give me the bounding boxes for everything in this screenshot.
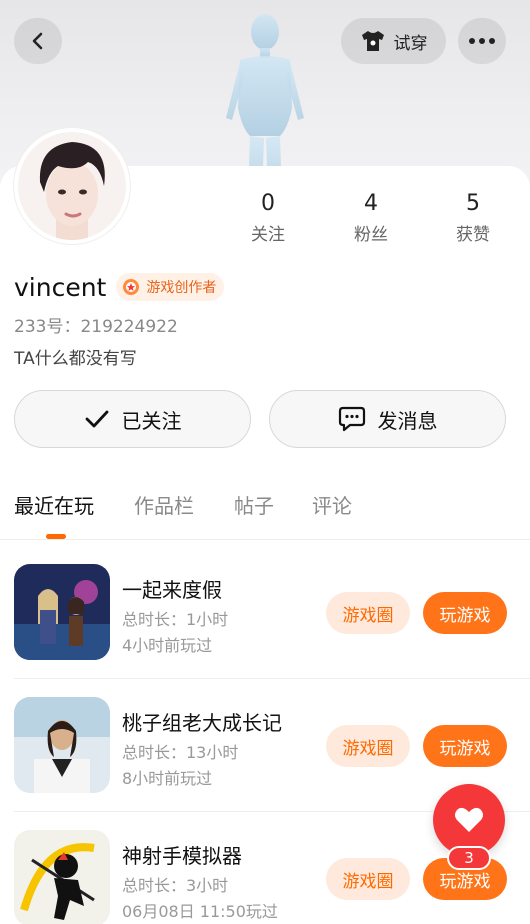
tab-comments[interactable]: 评论 <box>312 490 352 519</box>
more-options-button[interactable] <box>458 18 506 64</box>
more-dots-icon <box>469 38 495 44</box>
profile-avatar[interactable] <box>14 128 130 244</box>
username: vincent <box>14 272 107 302</box>
game-list-item[interactable]: 一起来度假 总时长：1小时 4小时前玩过 游戏圈 玩游戏 <box>14 564 530 664</box>
game-title: 神射手模拟器 <box>122 844 242 868</box>
game-icon-image <box>14 697 110 793</box>
user-bio: TA什么都没有写 <box>14 349 137 369</box>
game-list-item[interactable]: 桃子组老大成长记 总时长：13小时 8小时前玩过 游戏圈 玩游戏 <box>14 697 530 797</box>
followed-button[interactable]: 已关注 <box>14 390 251 448</box>
creator-badge[interactable]: 游戏创作者 <box>116 273 225 301</box>
stat-followers-value: 4 <box>364 191 378 216</box>
followed-label: 已关注 <box>121 408 182 433</box>
game-title: 桃子组老大成长记 <box>122 711 282 735</box>
stat-likes-label: 获赞 <box>456 225 490 245</box>
heart-icon <box>455 807 483 832</box>
tabs-divider <box>0 539 530 540</box>
stat-likes-value: 5 <box>466 191 480 216</box>
stat-followers[interactable]: 4 粉丝 <box>331 190 411 245</box>
game-icon-image <box>14 830 110 924</box>
avatar-image <box>18 132 126 240</box>
tab-posts[interactable]: 帖子 <box>234 490 274 519</box>
like-count-badge: 3 <box>447 846 491 870</box>
stat-followers-label: 粉丝 <box>354 225 388 245</box>
stat-following[interactable]: 0 关注 <box>228 190 308 245</box>
username-row: vincent 游戏创作者 <box>14 270 225 304</box>
stat-following-value: 0 <box>261 191 275 216</box>
send-message-button[interactable]: 发消息 <box>269 390 506 448</box>
chevron-left-icon <box>32 32 43 50</box>
row-divider <box>14 678 530 679</box>
game-total-duration: 总时长：1小时 <box>122 610 229 629</box>
play-game-button[interactable]: 玩游戏 <box>423 725 507 767</box>
back-button[interactable] <box>14 18 62 64</box>
checkmark-icon <box>85 410 108 428</box>
stat-following-label: 关注 <box>251 225 285 245</box>
send-message-label: 发消息 <box>377 408 438 433</box>
game-total-duration: 总时长：13小时 <box>122 743 239 762</box>
user-id: 233号：219224922 <box>14 317 178 337</box>
tshirt-icon <box>361 31 384 51</box>
stat-likes[interactable]: 5 获赞 <box>433 190 513 245</box>
game-total-duration: 总时长：3小时 <box>122 876 229 895</box>
chat-bubble-icon <box>338 406 365 432</box>
profile-stats: 0 关注 4 粉丝 5 获赞 <box>220 190 520 246</box>
try-on-button[interactable]: 试穿 <box>341 18 446 64</box>
game-title: 一起来度假 <box>122 578 222 602</box>
game-last-played: 4小时前玩过 <box>122 636 213 655</box>
tab-recently-played[interactable]: 最近在玩 <box>14 490 94 519</box>
creator-badge-icon <box>123 279 140 295</box>
game-circle-button[interactable]: 游戏圈 <box>326 592 410 634</box>
try-on-label: 试穿 <box>393 33 428 54</box>
tab-works[interactable]: 作品栏 <box>134 490 194 519</box>
game-icon-image <box>14 564 110 660</box>
play-game-button[interactable]: 玩游戏 <box>423 592 507 634</box>
game-last-played: 8小时前玩过 <box>122 769 213 788</box>
game-circle-button[interactable]: 游戏圈 <box>326 725 410 767</box>
creator-badge-label: 游戏创作者 <box>146 280 217 296</box>
game-last-played: 06月08日 11:50玩过 <box>122 902 278 921</box>
game-circle-button[interactable]: 游戏圈 <box>326 858 410 900</box>
